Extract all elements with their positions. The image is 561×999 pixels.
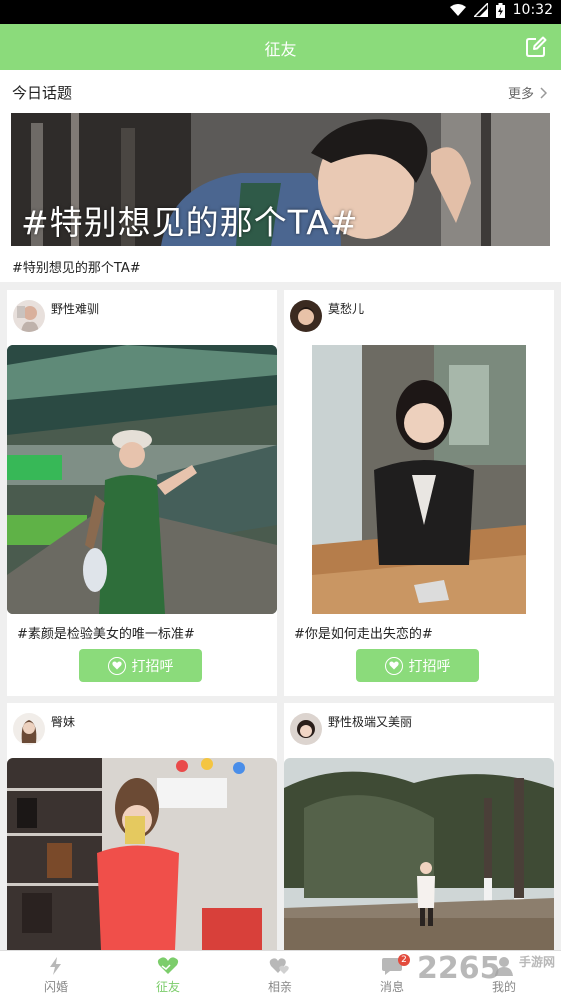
watermark-text: 手游网 <box>518 955 555 969</box>
edit-icon[interactable] <box>525 36 547 58</box>
username: 野性极端又美丽 <box>328 715 413 729</box>
section-title: 今日话题 <box>12 84 73 102</box>
avatar[interactable] <box>290 300 322 332</box>
clock: 10:32 <box>512 2 553 18</box>
username: 莫愁儿 <box>328 302 365 316</box>
username: 臀妹 <box>51 715 76 729</box>
tab-label: 征友 <box>155 980 180 994</box>
post-photo[interactable] <box>7 758 277 950</box>
status-icons: 10:32 <box>449 2 553 18</box>
avatar[interactable] <box>13 300 45 332</box>
post-header: 野性极端又美丽 <box>284 703 554 757</box>
wifi-icon <box>449 3 466 16</box>
tab-blind-date[interactable]: 相亲 <box>224 951 336 999</box>
signal-icon <box>473 3 488 17</box>
app-bar: 征友 <box>0 24 561 70</box>
tab-flash-marriage[interactable]: 闪婚 <box>0 951 112 999</box>
post-photo[interactable] <box>7 345 277 614</box>
today-topic-section: 今日话题 更多 #特别想见的那个TA# #特别想见的那个TA# <box>0 70 561 282</box>
avatar[interactable] <box>290 713 322 745</box>
heart-hands-icon <box>157 957 179 974</box>
greet-label: 打招呼 <box>131 658 174 675</box>
heart-icon <box>107 656 126 675</box>
post-caption: #你是如何走出失恋的# <box>294 627 433 642</box>
greet-button[interactable]: 打招呼 <box>79 649 202 682</box>
chevron-right-icon <box>540 86 547 99</box>
post-card[interactable]: 莫愁儿 #你是如何走出失恋的# 打招呼 <box>284 290 554 696</box>
post-caption: #素颜是检验美女的唯一标准# <box>17 627 195 642</box>
battery-icon <box>495 2 505 18</box>
hearts-icon <box>269 958 289 974</box>
avatar[interactable] <box>13 713 45 745</box>
watermark: 2265 手游网 <box>399 949 559 993</box>
more-label: 更多 <box>507 87 534 102</box>
page-title: 征友 <box>264 40 297 59</box>
post-header: 野性难驯 <box>7 290 277 344</box>
tab-label: 相亲 <box>267 980 292 994</box>
tab-label: 闪婚 <box>43 980 68 994</box>
post-card[interactable]: 臀妹 <box>7 703 277 950</box>
post-card[interactable]: 野性极端又美丽 <box>284 703 554 950</box>
post-photo[interactable] <box>284 345 554 614</box>
post-header: 莫愁儿 <box>284 290 554 344</box>
status-bar: 10:32 <box>0 0 561 24</box>
tab-find-friends[interactable]: 征友 <box>112 951 224 999</box>
post-header: 臀妹 <box>7 703 277 757</box>
more-link[interactable]: 更多 <box>508 83 547 102</box>
heart-icon <box>384 656 403 675</box>
username: 野性难驯 <box>51 302 100 316</box>
topic-banner[interactable]: #特别想见的那个TA# <box>11 113 550 246</box>
lightning-icon <box>50 957 61 975</box>
topic-caption[interactable]: #特别想见的那个TA# <box>12 257 141 276</box>
greet-label: 打招呼 <box>408 658 451 675</box>
watermark-number: 2265 <box>417 951 501 986</box>
post-card[interactable]: 野性难驯 #素颜是检验美女的唯一标准# 打招呼 <box>7 290 277 696</box>
banner-title: #特别想见的那个TA# <box>21 203 359 242</box>
greet-button[interactable]: 打招呼 <box>356 649 479 682</box>
post-photo[interactable] <box>284 758 554 950</box>
